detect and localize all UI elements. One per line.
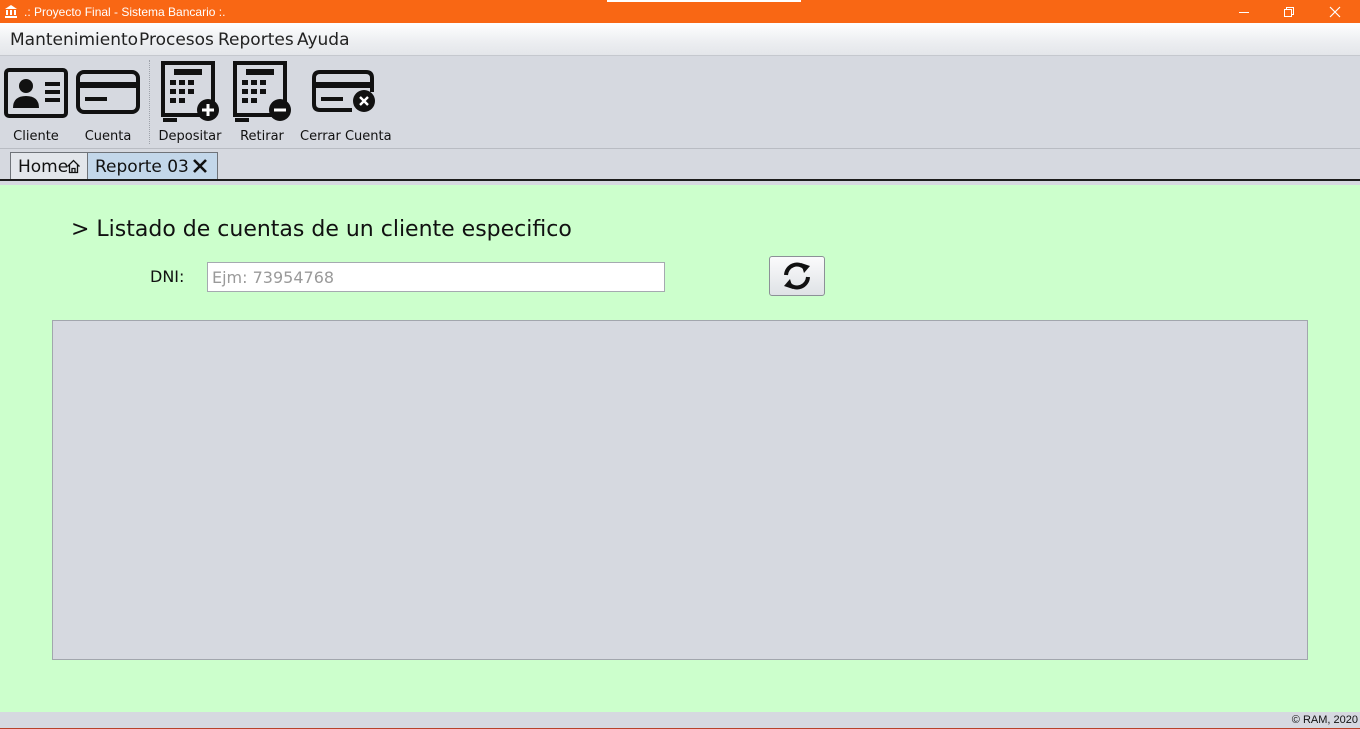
report-heading: > Listado de cuentas de un cliente espec… (71, 217, 572, 242)
tab-strip: Home Reporte 03 (0, 149, 1360, 185)
depositar-button[interactable]: Depositar (156, 56, 224, 148)
title-bar-highlight (607, 0, 801, 2)
window-title: .: Proyecto Final - Sistema Bancario :. (24, 5, 226, 19)
refresh-button[interactable] (769, 256, 825, 296)
tab-underline (0, 179, 1360, 181)
cuenta-button[interactable]: Cuenta (74, 56, 142, 148)
menu-mantenimiento[interactable]: Mantenimiento (10, 30, 138, 50)
card-remove-icon (312, 70, 375, 112)
retirar-label: Retirar (240, 129, 284, 144)
minimize-button[interactable] (1221, 0, 1267, 23)
id-card-icon (4, 68, 68, 118)
menu-reportes[interactable]: Reportes (218, 30, 294, 50)
cerrar-cuenta-button[interactable]: Cerrar Cuenta (300, 56, 392, 148)
bank-icon (5, 5, 17, 18)
menu-bar: Mantenimiento Procesos Reportes Ayuda (0, 23, 1360, 56)
dni-label: DNI: (150, 267, 185, 286)
close-button[interactable] (1312, 0, 1358, 23)
cuenta-label: Cuenta (84, 129, 132, 144)
refresh-icon (784, 262, 810, 290)
close-tab-icon[interactable] (192, 158, 208, 174)
calculator-plus-icon (161, 61, 219, 122)
accounts-results-panel (52, 320, 1308, 660)
home-icon (67, 159, 80, 174)
close-icon (1329, 6, 1341, 17)
tab-home-label: Home (18, 157, 69, 177)
calculator-minus-icon (233, 61, 291, 122)
tab-reporte-03-label: Reporte 03 (95, 157, 189, 177)
dni-input[interactable] (207, 262, 665, 292)
maximize-button[interactable] (1266, 0, 1312, 23)
status-bar: © RAM, 2020 (0, 712, 1360, 729)
toolbar-separator (149, 60, 150, 144)
window-title-bar: .: Proyecto Final - Sistema Bancario :. (0, 0, 1360, 23)
cerrar-cuenta-label: Cerrar Cuenta (300, 129, 392, 144)
toolbar: Cliente Cuenta Depositar Retirar Cerrar … (0, 56, 1360, 149)
tab-home[interactable]: Home (10, 152, 88, 179)
tab-reporte-03[interactable]: Reporte 03 (87, 152, 218, 179)
menu-ayuda[interactable]: Ayuda (297, 30, 350, 50)
credit-card-icon (76, 70, 140, 114)
retirar-button[interactable]: Retirar (228, 56, 296, 148)
menu-procesos[interactable]: Procesos (139, 30, 214, 50)
restore-icon (1284, 6, 1294, 17)
report-content-area: > Listado de cuentas de un cliente espec… (0, 185, 1360, 712)
cliente-label: Cliente (13, 129, 59, 144)
cliente-button[interactable]: Cliente (2, 56, 70, 148)
copyright-text: © RAM, 2020 (1291, 714, 1358, 726)
depositar-label: Depositar (158, 129, 222, 144)
minimize-icon (1239, 11, 1249, 13)
